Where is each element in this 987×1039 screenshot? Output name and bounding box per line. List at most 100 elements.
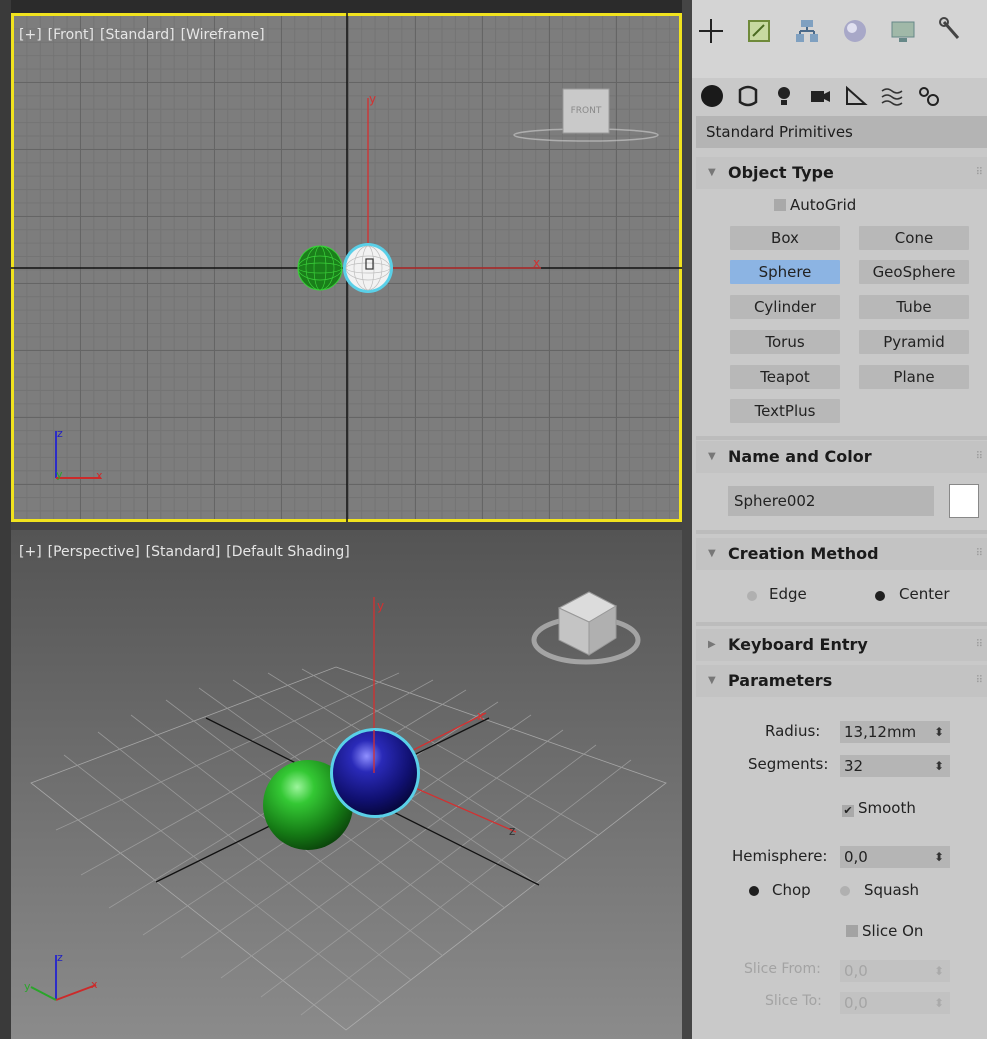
slice-on-checkbox[interactable]: Slice On	[846, 922, 923, 940]
viewport-shading-menu[interactable]: [Wireframe]	[181, 27, 265, 43]
create-tab[interactable]	[696, 16, 740, 58]
edge-radio[interactable]	[747, 591, 757, 601]
rollout-divider	[696, 622, 987, 626]
motion-icon	[844, 20, 866, 42]
spinner-arrows-icon[interactable]: ⬍	[934, 755, 944, 777]
perspective-grid	[30, 666, 667, 1031]
front-viewport-label: [+] [Front] [Standard] [Wireframe]	[19, 27, 271, 43]
subtab-helpers[interactable]	[842, 82, 878, 114]
rollout-collapse-icon: ▼	[708, 167, 716, 178]
create-icon	[699, 19, 723, 43]
svg-text:y: y	[377, 599, 384, 613]
svg-text:x: x	[96, 469, 103, 482]
object-name-field[interactable]: Sphere002	[728, 486, 934, 516]
slice-to-label: Slice To:	[765, 993, 822, 1009]
squash-radio[interactable]	[840, 886, 850, 896]
grip-icon: ⠿	[975, 451, 983, 462]
center-radio[interactable]	[875, 591, 885, 601]
helpers-icon	[846, 85, 868, 105]
shapes-icon	[738, 85, 758, 107]
front-viewport-scene: y x FRONT z x y	[11, 13, 682, 522]
object-color-swatch[interactable]	[949, 484, 979, 518]
spinner-arrows-icon[interactable]: ⬍	[934, 992, 944, 1014]
tube-button[interactable]: Tube	[859, 295, 969, 319]
subtab-shapes[interactable]	[734, 82, 770, 114]
rollout-keyboard-entry[interactable]: ▶ Keyboard Entry ⠿	[696, 629, 987, 661]
smooth-checkbox[interactable]: ✔ Smooth	[842, 799, 916, 817]
svg-text:y: y	[24, 980, 31, 993]
grip-icon: ⠿	[975, 639, 983, 650]
plane-button[interactable]: Plane	[859, 365, 969, 389]
slice-to-spinner[interactable]: 0,0 ⬍	[840, 992, 950, 1014]
rollout-creation-method[interactable]: ▼ Creation Method ⠿	[696, 538, 987, 570]
cylinder-button[interactable]: Cylinder	[730, 295, 840, 319]
spinner-arrows-icon[interactable]: ⬍	[934, 721, 944, 743]
autogrid-checkbox[interactable]: AutoGrid	[774, 196, 856, 214]
box-button[interactable]: Box	[730, 226, 840, 250]
rollout-parameters[interactable]: ▼ Parameters ⠿	[696, 665, 987, 697]
systems-icon	[919, 87, 939, 106]
lights-icon	[778, 87, 790, 105]
modify-tab[interactable]	[744, 16, 788, 58]
viewport-menu-plus[interactable]: [+]	[19, 27, 42, 43]
rollout-name-color[interactable]: ▼ Name and Color ⠿	[696, 441, 987, 473]
svg-text:x: x	[91, 978, 98, 991]
perspective-viewport[interactable]: y x z z x y [+] [Perspective] [Standard]…	[11, 530, 682, 1039]
subtab-lights[interactable]	[770, 82, 806, 114]
subtab-systems[interactable]	[914, 82, 950, 114]
perspective-viewport-label: [+] [Perspective] [Standard] [Default Shadi…	[19, 544, 356, 560]
teapot-button[interactable]: Teapot	[730, 365, 840, 389]
hemisphere-spinner[interactable]: 0,0 ⬍	[840, 846, 950, 868]
grip-icon: ⠿	[975, 548, 983, 559]
command-panel: Standard Primitives ▼ Object Type ⠿ Auto…	[692, 0, 987, 1039]
torus-button[interactable]: Torus	[730, 330, 840, 354]
chop-radio[interactable]	[749, 886, 759, 896]
segments-label: Segments:	[748, 755, 829, 773]
rollout-collapse-icon: ▼	[708, 675, 716, 686]
left-border	[0, 0, 11, 1039]
viewport-render-menu[interactable]: [Standard]	[100, 27, 175, 43]
spinner-arrows-icon[interactable]: ⬍	[934, 846, 944, 868]
front-gizmo-y-label: y	[369, 92, 376, 106]
viewport-divider	[11, 522, 682, 530]
slice-from-spinner[interactable]: 0,0 ⬍	[840, 960, 950, 982]
category-dropdown[interactable]: Standard Primitives	[696, 116, 987, 148]
subtab-geometry[interactable]	[698, 82, 734, 114]
segments-spinner[interactable]: 32 ⬍	[840, 755, 950, 777]
front-viewcube: FRONT	[513, 88, 659, 142]
front-viewport[interactable]: y x FRONT z x y [+] [Front] [Standard] […	[11, 13, 682, 522]
hierarchy-tab[interactable]	[792, 16, 836, 58]
pyramid-button[interactable]: Pyramid	[859, 330, 969, 354]
sphere-button[interactable]: Sphere	[730, 260, 840, 284]
viewport-shading-menu[interactable]: [Default Shading]	[226, 544, 349, 560]
viewport-menu-plus[interactable]: [+]	[19, 544, 42, 560]
textplus-button[interactable]: TextPlus	[730, 399, 840, 423]
viewport-render-menu[interactable]: [Standard]	[146, 544, 221, 560]
motion-tab[interactable]	[840, 16, 884, 58]
hierarchy-icon	[796, 20, 818, 42]
front-gizmo-x-label: x	[533, 256, 540, 270]
radius-spinner[interactable]: 13,12mm ⬍	[840, 721, 950, 743]
svg-text:z: z	[509, 824, 515, 838]
utilities-tab[interactable]	[936, 16, 980, 58]
green-sphere-wireframe	[297, 245, 343, 291]
subtab-cameras[interactable]	[806, 82, 842, 114]
selected-sphere-wireframe	[343, 243, 393, 293]
display-tab[interactable]	[888, 16, 932, 58]
front-axis-tripod: z x y	[55, 427, 103, 482]
rollout-collapse-icon: ▼	[708, 451, 716, 462]
modify-icon	[748, 20, 770, 42]
perspective-viewcube	[531, 591, 641, 665]
spinner-arrows-icon[interactable]: ⬍	[934, 960, 944, 982]
persp-axis-tripod: z x y	[24, 951, 98, 1001]
geosphere-button[interactable]: GeoSphere	[859, 260, 969, 284]
cone-button[interactable]: Cone	[859, 226, 969, 250]
viewport-point-of-view-menu[interactable]: [Front]	[48, 27, 94, 43]
rollout-object-type[interactable]: ▼ Object Type ⠿	[696, 157, 987, 189]
svg-text:z: z	[57, 427, 63, 440]
rollout-divider	[696, 530, 987, 534]
panel-splitter[interactable]	[682, 0, 692, 1039]
viewport-point-of-view-menu[interactable]: [Perspective]	[48, 544, 140, 560]
svg-text:z: z	[57, 951, 63, 964]
subtab-spacewarps[interactable]	[878, 82, 914, 114]
